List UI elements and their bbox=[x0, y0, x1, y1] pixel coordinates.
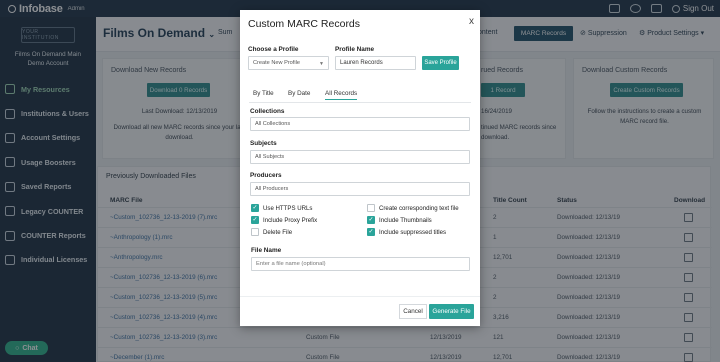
modal-footer-divider bbox=[240, 296, 480, 297]
option-label: Include Proxy Prefix bbox=[263, 216, 318, 224]
option-label: Delete File bbox=[263, 228, 293, 236]
subjects-label: Subjects bbox=[250, 140, 277, 147]
use-https-checkbox[interactable]: ✓ Use HTTPS URLs bbox=[251, 204, 312, 212]
create-text-file-checkbox[interactable]: Create corresponding text file bbox=[367, 204, 459, 212]
profile-label: Choose a Profile bbox=[248, 46, 299, 53]
check-icon: ✓ bbox=[251, 204, 259, 212]
profile-select[interactable]: Create New Profile ▼ bbox=[248, 56, 329, 70]
tab-by-title[interactable]: By Title bbox=[253, 90, 274, 97]
include-thumbnails-checkbox[interactable]: ✓ Include Thumbnails bbox=[367, 216, 432, 224]
caret-down-icon: ▼ bbox=[319, 61, 324, 67]
option-label: Create corresponding text file bbox=[379, 204, 459, 212]
include-proxy-checkbox[interactable]: ✓ Include Proxy Prefix bbox=[251, 216, 317, 224]
filter-tabs: By Title By Date All Records bbox=[240, 88, 480, 102]
collections-label: Collections bbox=[250, 108, 285, 115]
tab-by-date[interactable]: By Date bbox=[288, 90, 310, 97]
generate-file-button[interactable]: Generate File bbox=[429, 304, 474, 319]
custom-marc-modal: Custom MARC Records x Choose a Profile C… bbox=[240, 10, 480, 326]
producers-select[interactable]: All Producers bbox=[250, 182, 470, 196]
producers-label: Producers bbox=[250, 172, 282, 179]
tab-all-records[interactable]: All Records bbox=[325, 90, 358, 100]
include-suppressed-checkbox[interactable]: ✓ Include suppressed titles bbox=[367, 228, 446, 236]
check-icon: ✓ bbox=[367, 216, 375, 224]
option-label: Include suppressed titles bbox=[379, 228, 447, 236]
subjects-select[interactable]: All Subjects bbox=[250, 150, 470, 164]
option-label: Include Thumbnails bbox=[379, 216, 432, 224]
cancel-button[interactable]: Cancel bbox=[399, 304, 427, 319]
profile-select-value: Create New Profile bbox=[253, 60, 300, 66]
delete-file-checkbox[interactable]: Delete File bbox=[251, 228, 292, 236]
checkbox-empty-icon bbox=[251, 228, 259, 236]
profile-name-label: Profile Name bbox=[335, 46, 375, 53]
modal-title: Custom MARC Records bbox=[248, 18, 361, 30]
collections-select[interactable]: All Collections bbox=[250, 117, 470, 131]
checkbox-empty-icon bbox=[367, 204, 375, 212]
file-name-input[interactable]: Enter a file name (optional) bbox=[251, 257, 470, 271]
profile-name-input[interactable]: Lauren Records bbox=[335, 56, 416, 70]
check-icon: ✓ bbox=[367, 228, 375, 236]
option-label: Use HTTPS URLs bbox=[263, 204, 313, 212]
save-profile-button[interactable]: Save Profile bbox=[422, 56, 459, 70]
tab-divider bbox=[249, 102, 471, 103]
check-icon: ✓ bbox=[251, 216, 259, 224]
file-name-label: File Name bbox=[251, 247, 282, 254]
close-icon[interactable]: x bbox=[469, 16, 474, 27]
